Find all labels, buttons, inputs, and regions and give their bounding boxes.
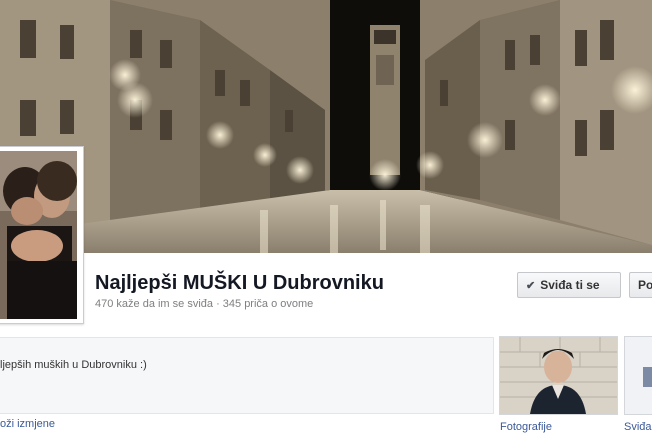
likes-label[interactable]: Sviđa bbox=[624, 421, 652, 433]
likes-thumbnail[interactable] bbox=[624, 336, 652, 415]
suggest-edits-link[interactable]: oži izmjene bbox=[0, 418, 55, 430]
like-button[interactable]: ✔ Sviđa ti se bbox=[517, 272, 621, 298]
about-text: ljepših muških u Dubrovniku :) bbox=[0, 359, 147, 371]
page-title: Najljepši MUŠKI U Dubrovniku bbox=[95, 272, 384, 294]
page-stats: 470 kaže da im se sviđa · 345 priča o ov… bbox=[95, 298, 314, 310]
photos-thumbnail-image bbox=[500, 337, 617, 414]
cover-photo[interactable] bbox=[0, 0, 652, 253]
like-button-label: Sviđa ti se bbox=[540, 278, 600, 292]
photos-thumbnail[interactable] bbox=[499, 336, 618, 415]
about-section bbox=[0, 337, 494, 414]
profile-picture[interactable] bbox=[0, 146, 84, 324]
profile-image bbox=[0, 151, 77, 319]
check-icon: ✔ bbox=[526, 279, 536, 292]
likes-thumbnail-icon bbox=[643, 367, 652, 387]
photos-label[interactable]: Fotografije bbox=[500, 421, 552, 433]
cover-image bbox=[0, 0, 652, 253]
more-button-label: Po bbox=[638, 278, 652, 292]
more-button[interactable]: Po bbox=[629, 272, 652, 298]
